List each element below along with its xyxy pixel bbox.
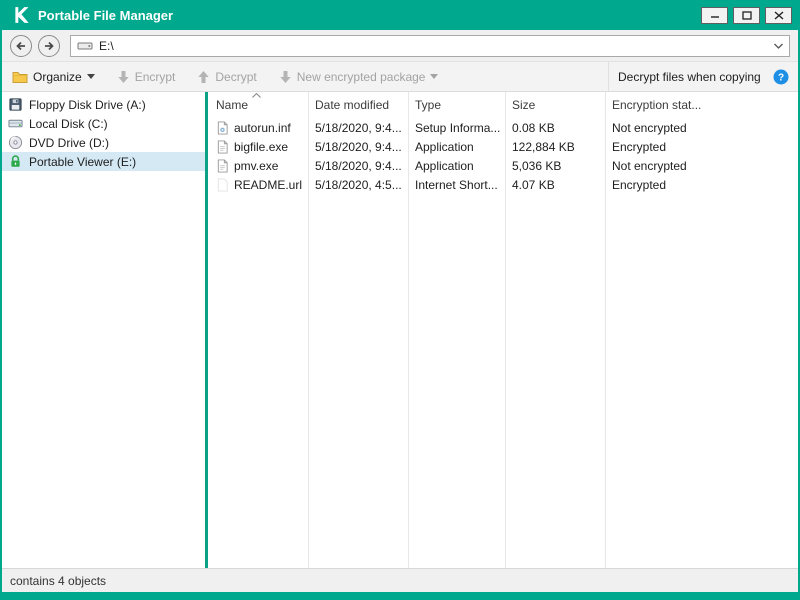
- new-encrypted-package-label: New encrypted package: [296, 69, 426, 84]
- file-type: Application: [415, 139, 474, 154]
- chevron-down-icon: [86, 74, 95, 79]
- encrypt-button[interactable]: Encrypt: [117, 69, 176, 84]
- titlebar: Portable File Manager: [2, 0, 798, 30]
- column-header-type[interactable]: Type: [408, 92, 505, 118]
- organize-button[interactable]: Organize: [12, 69, 95, 85]
- file-date: 5/18/2020, 9:4...: [315, 120, 402, 135]
- kaspersky-logo-icon: [12, 6, 30, 24]
- sidebar-item-dvd-drive-d[interactable]: DVD Drive (D:): [2, 133, 205, 152]
- back-button[interactable]: [10, 34, 32, 57]
- dvd-icon: [8, 135, 23, 150]
- file-encryption-status: Encrypted: [612, 177, 667, 192]
- arrow-down-icon: [279, 70, 292, 84]
- encrypt-label: Encrypt: [134, 69, 176, 84]
- file-row-pmv-exe[interactable]: pmv.exe 5/18/2020, 9:4... Application 5,…: [208, 156, 798, 175]
- application-file-icon: [216, 159, 229, 173]
- new-encrypted-package-button[interactable]: New encrypted package: [279, 70, 439, 84]
- arrow-up-icon: [197, 70, 210, 84]
- address-dropdown-icon[interactable]: [774, 43, 783, 49]
- window-bottom-border: [2, 592, 798, 600]
- file-size: 122,884 KB: [512, 139, 575, 154]
- file-name: bigfile.exe: [234, 139, 289, 154]
- window-title: Portable File Manager: [38, 7, 174, 23]
- sidebar-item-label: Local Disk (C:): [29, 116, 108, 131]
- main-area: Floppy Disk Drive (A:) Local Disk (C:) D…: [2, 92, 798, 568]
- organize-label: Organize: [33, 69, 82, 84]
- forward-button[interactable]: [38, 34, 60, 57]
- sidebar-item-local-disk-c[interactable]: Local Disk (C:): [2, 114, 205, 133]
- file-size: 0.08 KB: [512, 120, 555, 135]
- file-date: 5/18/2020, 4:5...: [315, 177, 402, 192]
- file-encryption-status: Not encrypted: [612, 120, 687, 135]
- help-icon[interactable]: ?: [773, 69, 789, 85]
- file-name: autorun.inf: [234, 120, 291, 135]
- sort-ascending-icon: [252, 93, 261, 98]
- sidebar-item-label: Portable Viewer (E:): [29, 154, 137, 169]
- application-file-icon: [216, 140, 229, 154]
- arrow-down-icon: [117, 70, 130, 84]
- toolbar-right: Decrypt files when copying ?: [608, 62, 798, 91]
- folder-icon: [12, 69, 28, 85]
- floppy-icon: [8, 97, 23, 112]
- file-size: 5,036 KB: [512, 158, 562, 173]
- file-type: Setup Informa...: [415, 120, 501, 135]
- sidebar-item-floppy-drive-a[interactable]: Floppy Disk Drive (A:): [2, 95, 205, 114]
- file-type: Internet Short...: [415, 177, 498, 192]
- url-file-icon: [216, 178, 229, 192]
- file-encryption-status: Encrypted: [612, 139, 667, 154]
- column-header-date-modified[interactable]: Date modified: [308, 92, 408, 118]
- decrypt-button[interactable]: Decrypt: [197, 69, 257, 84]
- minimize-button[interactable]: [701, 6, 728, 24]
- close-button[interactable]: [765, 6, 792, 24]
- drive-sidebar: Floppy Disk Drive (A:) Local Disk (C:) D…: [2, 92, 205, 568]
- decrypt-label: Decrypt: [215, 69, 257, 84]
- svg-text:?: ?: [778, 72, 784, 83]
- sidebar-item-portable-viewer-e[interactable]: Portable Viewer (E:): [2, 152, 205, 171]
- sidebar-item-label: DVD Drive (D:): [29, 135, 109, 150]
- file-row-autorun-inf[interactable]: autorun.inf 5/18/2020, 9:4... Setup Info…: [208, 118, 798, 137]
- file-list-header: Name Date modified Type Size Encryption …: [208, 92, 798, 118]
- navigation-row: E:\: [2, 30, 798, 62]
- file-list: Name Date modified Type Size Encryption …: [208, 92, 798, 568]
- file-type: Application: [415, 158, 474, 173]
- file-name: README.url: [234, 177, 303, 192]
- maximize-button[interactable]: [733, 6, 760, 24]
- status-bar: contains 4 objects: [2, 568, 798, 592]
- file-row-bigfile-exe[interactable]: bigfile.exe 5/18/2020, 9:4... Applicatio…: [208, 137, 798, 156]
- address-bar[interactable]: E:\: [70, 34, 790, 57]
- file-date: 5/18/2020, 9:4...: [315, 158, 402, 173]
- column-header-size[interactable]: Size: [505, 92, 605, 118]
- status-text: contains 4 objects: [10, 573, 107, 588]
- file-size: 4.07 KB: [512, 177, 555, 192]
- hard-disk-icon: [8, 116, 23, 131]
- file-encryption-status: Not encrypted: [612, 158, 687, 173]
- decrypt-when-copying-label: Decrypt files when copying: [618, 69, 761, 84]
- file-name: pmv.exe: [234, 158, 279, 173]
- lock-icon: [8, 154, 23, 169]
- file-row-readme-url[interactable]: README.url 5/18/2020, 4:5... Internet Sh…: [208, 175, 798, 194]
- chevron-down-icon: [430, 74, 439, 79]
- toolbar-left: Organize Encrypt Decrypt New encrypted p…: [2, 62, 608, 91]
- file-date: 5/18/2020, 9:4...: [315, 139, 402, 154]
- portable-file-manager-window: Portable File Manager E:\ Organize Encry…: [0, 0, 800, 600]
- address-path: E:\: [99, 38, 114, 53]
- setup-file-icon: [216, 121, 229, 135]
- column-header-encryption-status[interactable]: Encryption stat...: [605, 92, 798, 118]
- drive-icon: [77, 38, 93, 54]
- toolbar: Organize Encrypt Decrypt New encrypted p…: [2, 62, 798, 92]
- sidebar-item-label: Floppy Disk Drive (A:): [29, 97, 146, 112]
